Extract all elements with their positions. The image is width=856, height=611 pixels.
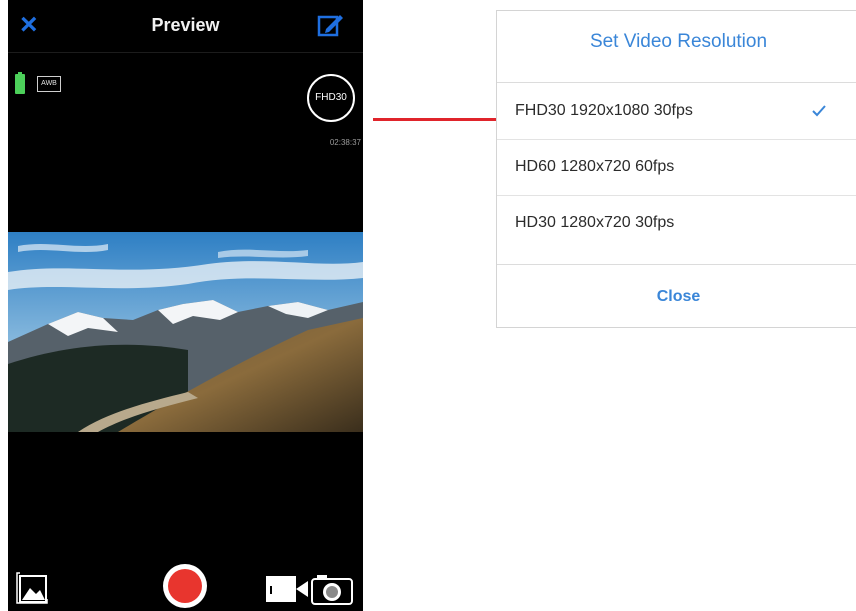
resolution-option-fhd30[interactable]: FHD30 1920x1080 30fps [497, 83, 856, 139]
video-camera-icon [266, 576, 308, 602]
dialog-close-button[interactable]: Close [497, 264, 856, 328]
resolution-option-label: HD60 1280x720 60fps [515, 158, 675, 175]
checkmark-icon [812, 105, 826, 117]
video-resolution-dialog: Set Video Resolution FHD30 1920x1080 30f… [496, 10, 856, 328]
resolution-option-hd30[interactable]: HD30 1280x720 30fps [497, 195, 856, 251]
resolution-badge[interactable]: FHD30 [307, 74, 355, 122]
resolution-option-label: FHD30 1920x1080 30fps [515, 102, 693, 119]
record-icon [168, 569, 202, 603]
edit-icon[interactable] [316, 10, 346, 40]
camera-preview-image [8, 232, 363, 432]
dialog-title: Set Video Resolution [497, 11, 856, 83]
phone-screen: × Preview AWB FHD30 02:38:37 [8, 0, 363, 611]
photo-camera-icon [311, 575, 353, 605]
camera-mode-toggle[interactable] [266, 572, 356, 606]
recording-timer: 02:38:37 [329, 138, 361, 147]
record-button[interactable] [163, 564, 207, 608]
battery-icon [15, 72, 25, 94]
resolution-option-hd60[interactable]: HD60 1280x720 60fps [497, 139, 856, 195]
navigation-bar: × Preview [8, 0, 363, 53]
gallery-icon[interactable] [16, 570, 50, 604]
callout-connector-line [373, 118, 498, 121]
resolution-option-label: HD30 1280x720 30fps [515, 214, 675, 231]
awb-indicator: AWB [37, 76, 61, 92]
page-title: Preview [151, 15, 220, 35]
resolution-options-list: FHD30 1920x1080 30fps HD60 1280x720 60fp… [497, 83, 856, 251]
